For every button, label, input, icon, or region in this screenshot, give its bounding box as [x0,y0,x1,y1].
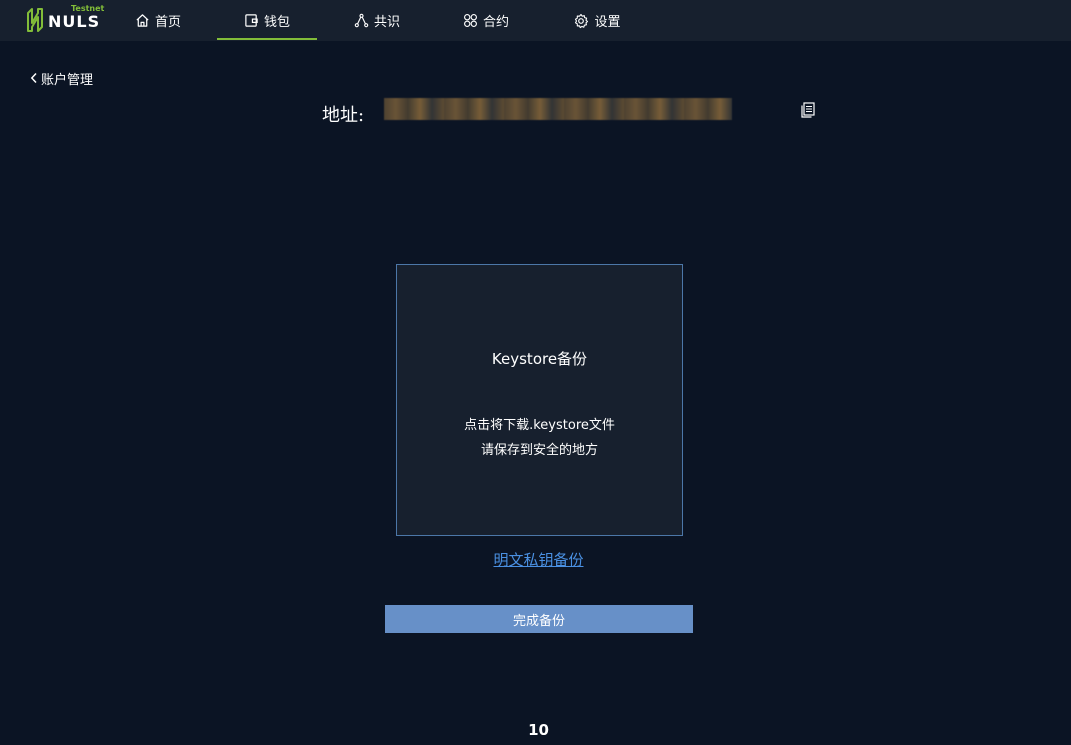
gear-icon [575,13,589,28]
nav-contract[interactable]: 合约 [456,0,516,41]
nav-home[interactable]: 首页 [128,0,188,41]
keystore-card-description-2: 请保存到安全的地方 [480,443,598,458]
address-value-redacted [384,98,732,120]
testnet-tag: Testnet [71,4,105,13]
copy-icon[interactable] [801,102,815,122]
nav-active-underline [217,38,317,40]
keystore-card-description-1: 点击将下载.keystore文件 [464,418,615,433]
plaintext-private-key-backup-link[interactable]: 明文私钥备份 [0,549,1071,570]
keystore-backup-card[interactable]: Keystore备份 点击将下载.keystore文件 请保存到安全的地方 [396,264,683,536]
nuls-logo[interactable]: NULS Testnet [26,4,106,34]
nav-settings-label: 设置 [594,15,621,30]
contract-icon [464,14,477,27]
complete-backup-button[interactable]: 完成备份 [385,605,693,633]
keystore-card-title: Keystore备份 [491,350,588,368]
page-number: 10 [528,721,549,739]
nav-wallet[interactable]: 钱包 [217,0,317,41]
back-label: 账户管理 [41,72,94,88]
nuls-n-icon [27,8,43,32]
address-label: 地址: [322,105,365,126]
chevron-left-icon [30,72,37,84]
top-nav-bar: NULS Testnet 首页 钱包 共识 合约 设置 [0,0,1071,41]
nav-contract-label: 合约 [482,15,509,30]
page: NULS Testnet 首页 钱包 共识 合约 设置 账户管理 地址: Key… [0,0,1071,745]
nav-consensus-label: 共识 [373,15,400,30]
nav-home-label: 首页 [154,15,181,30]
logo-wordmark: NULS [48,12,101,31]
home-icon [136,14,149,27]
nav-wallet-label: 钱包 [263,15,290,30]
wallet-icon [245,14,258,27]
consensus-icon [354,13,369,28]
nav-consensus[interactable]: 共识 [347,0,407,41]
back-to-account-management[interactable]: 账户管理 [30,69,94,88]
nav-settings[interactable]: 设置 [567,0,627,41]
